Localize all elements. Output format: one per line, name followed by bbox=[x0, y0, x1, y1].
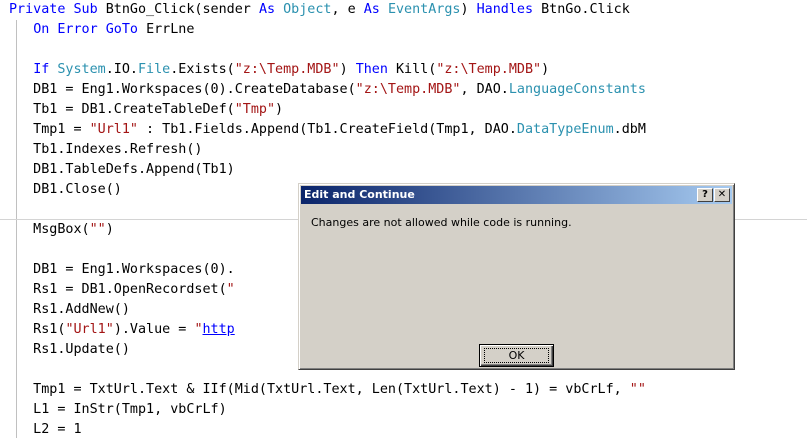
code-token: ) bbox=[339, 62, 356, 77]
code-line[interactable]: L1 = InStr(Tmp1, vbCrLf) bbox=[9, 400, 227, 420]
code-token: Tmp1 = TxtUrl.Text & IIf(Mid(TxtUrl.Text… bbox=[9, 382, 630, 397]
code-token: BtnGo.Click bbox=[541, 2, 630, 17]
dialog-titlebar[interactable]: Edit and Continue ? ✕ bbox=[301, 186, 732, 204]
type-token: File bbox=[138, 62, 171, 77]
code-token: MsgBox( bbox=[9, 222, 90, 237]
code-line[interactable]: Tmp1 = "Url1" : Tb1.Fields.Append(Tb1.Cr… bbox=[9, 120, 646, 140]
help-button[interactable]: ? bbox=[697, 188, 713, 202]
string-token: "Url1" bbox=[65, 322, 114, 337]
code-line[interactable]: DB1 = Eng1.Workspaces(0). bbox=[9, 260, 235, 280]
type-token: LanguageConstants bbox=[508, 82, 646, 97]
code-line[interactable]: Tb1.Indexes.Refresh() bbox=[9, 140, 202, 160]
code-token: BtnGo_Click(sender bbox=[105, 2, 259, 17]
code-line[interactable]: DB1 = Eng1.Workspaces(0).CreateDatabase(… bbox=[9, 80, 646, 100]
code-line[interactable]: On Error GoTo ErrLne bbox=[9, 20, 194, 40]
code-line[interactable]: If System.IO.File.Exists("z:\Temp.MDB") … bbox=[9, 60, 549, 80]
edit-and-continue-dialog: Edit and Continue ? ✕ Changes are not al… bbox=[298, 183, 735, 370]
code-token: Tb1.Indexes.Refresh() bbox=[9, 142, 203, 157]
code-token: .IO. bbox=[105, 62, 138, 77]
code-line[interactable]: MsgBox("") bbox=[9, 220, 114, 240]
code-token: L2 = 1 bbox=[9, 422, 82, 437]
code-token: ) bbox=[105, 222, 114, 237]
code-line[interactable]: Rs1.Update() bbox=[9, 340, 130, 360]
code-token: ) bbox=[460, 2, 477, 17]
code-line[interactable]: Rs1 = DB1.OpenRecordset(" bbox=[9, 280, 235, 300]
code-token: ErrLne bbox=[146, 22, 195, 37]
string-token: " bbox=[226, 282, 235, 297]
keyword-token: If bbox=[33, 62, 58, 77]
code-line[interactable]: Tmp1 = TxtUrl.Text & IIf(Mid(TxtUrl.Text… bbox=[9, 380, 646, 400]
code-line[interactable]: DB1.Close() bbox=[9, 180, 122, 200]
code-token: DB1.TableDefs.Append(Tb1) bbox=[9, 162, 235, 177]
code-token: DB1 = Eng1.Workspaces(0). bbox=[9, 262, 235, 277]
code-token: Rs1.AddNew() bbox=[9, 302, 130, 317]
keyword-token: Then bbox=[355, 62, 396, 77]
keyword-token: Private Sub bbox=[9, 2, 106, 17]
code-line[interactable]: Rs1("Url1").Value = "http bbox=[9, 320, 235, 340]
code-line[interactable]: Tb1 = DB1.CreateTableDef("Tmp") bbox=[9, 100, 283, 120]
keyword-token: As bbox=[363, 2, 388, 17]
string-token: "" bbox=[89, 222, 106, 237]
ok-button-label: OK bbox=[508, 349, 525, 362]
code-token: DB1.Close() bbox=[9, 182, 122, 197]
string-token: "z:\Temp.MDB" bbox=[436, 62, 542, 77]
string-token: " bbox=[194, 322, 203, 337]
code-token: .dbM bbox=[613, 122, 646, 137]
url-token: http bbox=[202, 322, 235, 337]
string-token: "z:\Temp.MDB" bbox=[355, 82, 461, 97]
keyword-token: On Error GoTo bbox=[33, 22, 147, 37]
code-token: ) bbox=[275, 102, 284, 117]
type-token: EventArgs bbox=[387, 2, 461, 17]
dialog-title: Edit and Continue bbox=[304, 188, 415, 201]
code-token: ) bbox=[541, 62, 550, 77]
help-icon: ? bbox=[702, 189, 708, 200]
string-token: "Url1" bbox=[89, 122, 138, 137]
close-button[interactable]: ✕ bbox=[714, 188, 730, 202]
code-token: Rs1( bbox=[9, 322, 66, 337]
keyword-token: As bbox=[258, 2, 284, 17]
code-token: ).Value = bbox=[113, 322, 195, 337]
type-token: Object bbox=[283, 2, 332, 17]
type-token: System bbox=[57, 62, 106, 77]
code-line[interactable]: Rs1.AddNew() bbox=[9, 300, 130, 320]
code-line[interactable]: L2 = 1 bbox=[9, 420, 82, 438]
code-token: : Tb1.Fields.Append(Tb1.CreateField(Tmp1… bbox=[138, 122, 517, 137]
code-token: , DAO. bbox=[460, 82, 509, 97]
code-token: , e bbox=[331, 2, 364, 17]
type-token: DataTypeEnum bbox=[516, 122, 614, 137]
code-token: Rs1 = DB1.OpenRecordset( bbox=[9, 282, 227, 297]
keyword-token: Handles bbox=[476, 2, 542, 17]
string-token: "z:\Temp.MDB" bbox=[234, 62, 340, 77]
code-token: Kill( bbox=[396, 62, 437, 77]
code-token: Tb1 = DB1.CreateTableDef( bbox=[9, 102, 235, 117]
code-line[interactable]: Private Sub BtnGo_Click(sender As Object… bbox=[9, 0, 630, 20]
ok-button[interactable]: OK bbox=[479, 344, 554, 367]
string-token: "Tmp" bbox=[234, 102, 276, 117]
dialog-message: Changes are not allowed while code is ru… bbox=[311, 216, 572, 229]
code-line[interactable]: DB1.TableDefs.Append(Tb1) bbox=[9, 160, 235, 180]
string-token: "" bbox=[629, 382, 646, 397]
code-token: DB1 = Eng1.Workspaces(0).CreateDatabase( bbox=[9, 82, 356, 97]
code-token: Tmp1 = bbox=[9, 122, 90, 137]
code-token: Rs1.Update() bbox=[9, 342, 130, 357]
code-token: .Exists( bbox=[170, 62, 235, 77]
close-icon: ✕ bbox=[717, 189, 727, 200]
code-token: L1 = InStr(Tmp1, vbCrLf) bbox=[9, 402, 227, 417]
